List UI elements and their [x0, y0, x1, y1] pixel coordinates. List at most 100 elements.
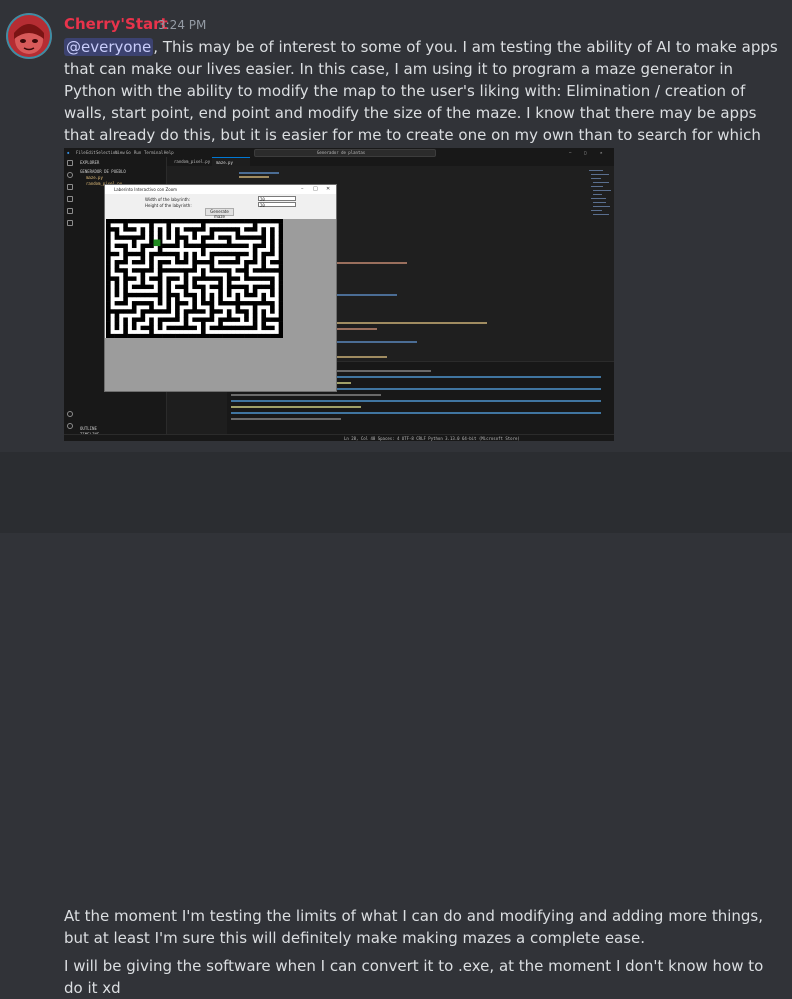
- maze-wall[interactable]: [131, 227, 137, 232]
- maze-wall[interactable]: [218, 235, 223, 240]
- maze-wall[interactable]: [149, 321, 154, 326]
- maze-wall[interactable]: [157, 268, 163, 273]
- maze-wall[interactable]: [257, 219, 262, 224]
- run-debug-icon[interactable]: [67, 196, 73, 202]
- maze-wall[interactable]: [162, 243, 167, 249]
- maze-wall[interactable]: [192, 243, 197, 249]
- maze-wall[interactable]: [149, 301, 154, 306]
- maze-wall[interactable]: [110, 276, 115, 281]
- maze-wall[interactable]: [131, 309, 137, 314]
- minimize-icon[interactable]: –: [569, 150, 571, 155]
- maze-wall[interactable]: [114, 243, 120, 249]
- maze-wall[interactable]: [140, 284, 146, 290]
- maze-wall[interactable]: [114, 276, 120, 281]
- maze-wall[interactable]: [106, 301, 111, 306]
- maze-wall[interactable]: [123, 251, 128, 257]
- maze-wall[interactable]: [118, 243, 124, 249]
- maze-wall[interactable]: [170, 292, 176, 298]
- maze-wall[interactable]: [170, 268, 176, 273]
- maze-wall[interactable]: [205, 260, 210, 265]
- maze-wall[interactable]: [106, 251, 111, 257]
- maze-wall[interactable]: [106, 313, 111, 318]
- maze-wall[interactable]: [200, 292, 206, 298]
- maze-wall[interactable]: [179, 325, 185, 331]
- maze-wall[interactable]: [162, 317, 167, 322]
- maze-wall[interactable]: [157, 309, 163, 314]
- maze-wall[interactable]: [192, 309, 197, 314]
- maze-wall[interactable]: [200, 219, 206, 224]
- maze-wall[interactable]: [162, 260, 167, 265]
- maze-wall[interactable]: [226, 276, 232, 281]
- maze-wall[interactable]: [196, 317, 202, 322]
- maze-wall[interactable]: [140, 313, 146, 318]
- maze-wall[interactable]: [175, 317, 180, 322]
- maze-wall[interactable]: [149, 255, 154, 261]
- maze-wall[interactable]: [149, 284, 154, 290]
- maze-wall[interactable]: [149, 219, 154, 224]
- maze-wall[interactable]: [252, 313, 258, 318]
- maze-wall[interactable]: [166, 284, 172, 290]
- maze-wall[interactable]: [175, 251, 180, 257]
- maze-wall[interactable]: [149, 305, 154, 310]
- maze-wall[interactable]: [118, 260, 124, 265]
- maze-wall[interactable]: [166, 296, 172, 302]
- maze-wall[interactable]: [248, 235, 254, 240]
- maze-wall[interactable]: [239, 235, 245, 240]
- maze-wall[interactable]: [144, 268, 150, 273]
- maze-wall[interactable]: [166, 223, 172, 228]
- maze-wall[interactable]: [192, 296, 197, 302]
- maze-wall[interactable]: [157, 301, 163, 306]
- maze-wall[interactable]: [114, 317, 120, 322]
- maze-wall[interactable]: [200, 223, 206, 228]
- maze-wall[interactable]: [110, 251, 115, 257]
- maze-wall[interactable]: [140, 276, 146, 281]
- maze-wall[interactable]: [157, 288, 163, 294]
- maze-wall[interactable]: [231, 251, 236, 257]
- maze-wall[interactable]: [106, 325, 111, 331]
- maze-wall[interactable]: [239, 325, 245, 331]
- maze-wall[interactable]: [270, 227, 275, 232]
- maze-wall[interactable]: [261, 296, 267, 302]
- maze-wall[interactable]: [166, 292, 172, 298]
- maze-wall[interactable]: [196, 309, 202, 314]
- maze-wall[interactable]: [257, 268, 262, 273]
- maze-wall[interactable]: [114, 280, 120, 285]
- maze-wall[interactable]: [265, 325, 271, 331]
- maze-wall[interactable]: [183, 284, 189, 290]
- maze-wall[interactable]: [196, 284, 202, 290]
- maze-wall[interactable]: [166, 309, 172, 314]
- maze-wall[interactable]: [149, 276, 154, 281]
- maze-wall[interactable]: [131, 305, 137, 310]
- maze-wall[interactable]: [209, 317, 215, 322]
- maze-wall[interactable]: [170, 219, 176, 224]
- maze-wall[interactable]: [252, 219, 258, 224]
- maze-wall[interactable]: [153, 309, 159, 314]
- maze-wall[interactable]: [153, 276, 159, 281]
- maze-wall[interactable]: [166, 325, 172, 331]
- maze-wall[interactable]: [136, 301, 141, 306]
- maze-wall[interactable]: [209, 255, 215, 261]
- maze-wall[interactable]: [175, 313, 180, 318]
- maze-wall[interactable]: [175, 305, 180, 310]
- maze-wall[interactable]: [222, 227, 228, 232]
- maze-wall[interactable]: [213, 227, 219, 232]
- maze-wall[interactable]: [222, 260, 228, 265]
- maze-wall[interactable]: [231, 260, 236, 265]
- maze-wall[interactable]: [106, 255, 111, 261]
- maze-wall[interactable]: [270, 276, 275, 281]
- maze-wall[interactable]: [261, 325, 267, 331]
- maze-wall[interactable]: [248, 276, 254, 281]
- maze-wall[interactable]: [252, 309, 258, 314]
- maze-wall[interactable]: [209, 219, 215, 224]
- maze-wall[interactable]: [244, 260, 249, 265]
- maze-wall[interactable]: [179, 235, 185, 240]
- maze-wall[interactable]: [252, 227, 258, 232]
- maze-wall[interactable]: [248, 260, 254, 265]
- maze-wall[interactable]: [231, 325, 236, 331]
- maze-wall[interactable]: [188, 219, 193, 224]
- maze-wall[interactable]: [166, 288, 172, 294]
- maze-wall[interactable]: [175, 239, 180, 244]
- maze-wall[interactable]: [183, 235, 189, 240]
- maze-wall[interactable]: [140, 243, 146, 249]
- maze-wall[interactable]: [127, 292, 133, 298]
